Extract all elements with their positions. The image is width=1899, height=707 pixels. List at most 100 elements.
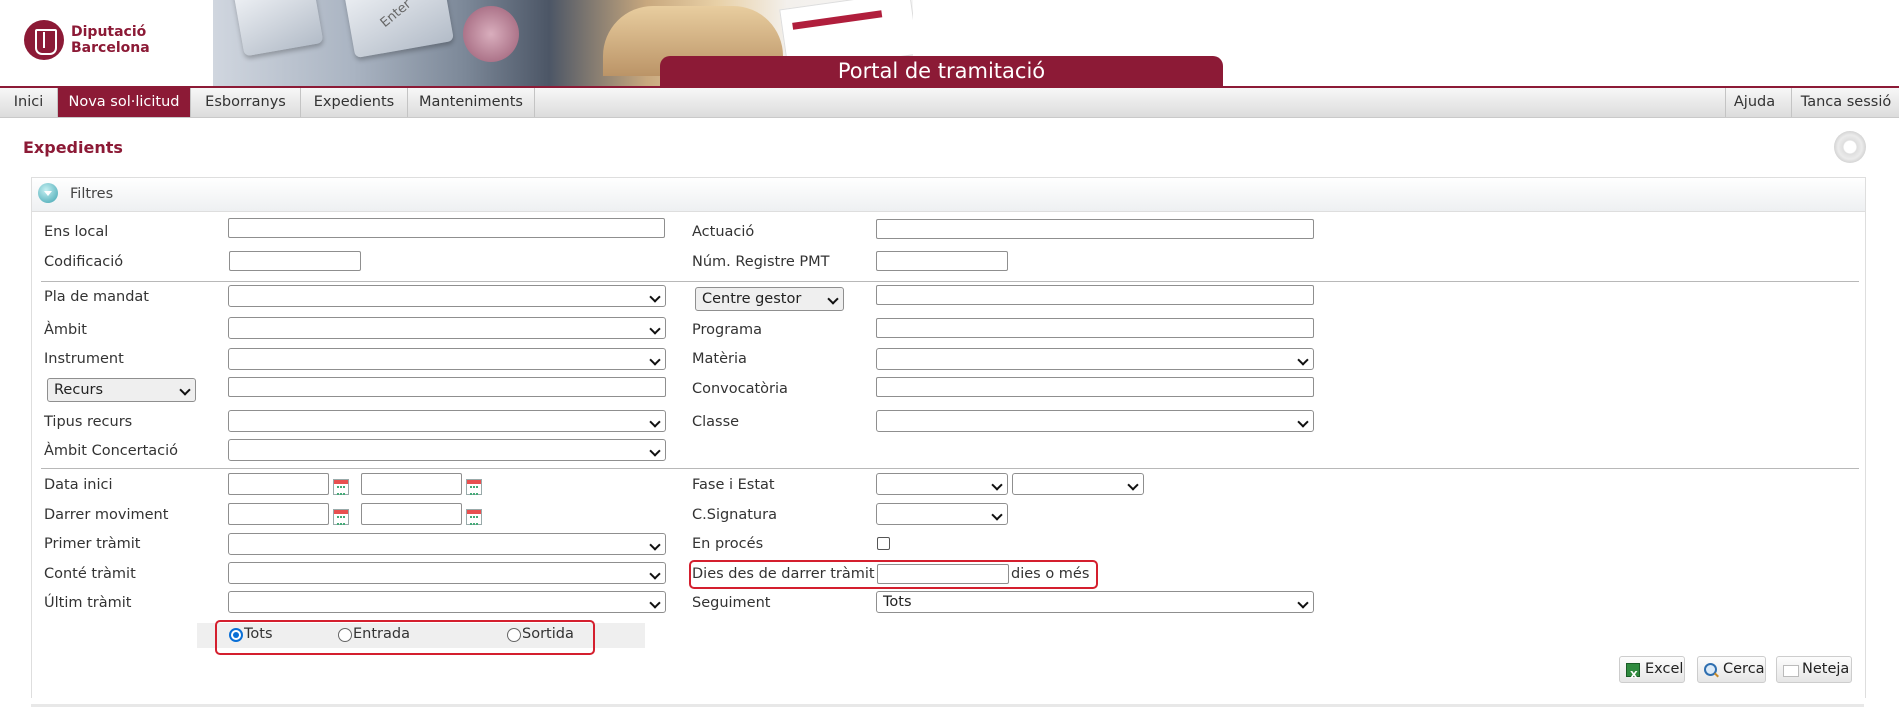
ambit-concertacio-select[interactable] — [228, 439, 666, 461]
ens-local-input[interactable] — [228, 218, 665, 238]
label-ambit-concertacio: Àmbit Concertació — [44, 443, 179, 459]
clear-button-label: Neteja — [1802, 661, 1850, 677]
keyboard-key-image — [232, 0, 324, 57]
estat-select[interactable] — [1012, 473, 1144, 495]
label-convocatoria: Convocatòria — [692, 381, 788, 397]
calendar-icon[interactable] — [466, 509, 482, 525]
section-divider — [41, 468, 1859, 469]
collapse-toggle-icon[interactable] — [38, 183, 58, 203]
darrer-moviment-to-input[interactable] — [361, 503, 462, 525]
coat-of-arms-icon — [24, 20, 64, 60]
instrument-select[interactable] — [228, 348, 666, 370]
section-divider — [41, 281, 1859, 282]
calendar-icon[interactable] — [333, 479, 349, 495]
label-c-signatura: C.Signatura — [692, 507, 777, 523]
recurs-value: Recurs — [54, 382, 104, 398]
label-classe: Classe — [692, 414, 740, 430]
enter-key-image: Enter — [341, 0, 455, 59]
convocatoria-input[interactable] — [876, 377, 1314, 397]
page-title: Expedients — [23, 138, 123, 157]
data-inici-from-input[interactable] — [228, 473, 329, 495]
fase-select[interactable] — [876, 473, 1008, 495]
clear-button[interactable]: Neteja — [1776, 656, 1852, 683]
chevron-down-icon — [827, 293, 839, 305]
label-materia: Matèria — [692, 351, 747, 367]
centre-gestor-value: Centre gestor — [702, 291, 802, 307]
en-proces-checkbox[interactable] — [877, 537, 890, 550]
page-header: Diputació Barcelona Enter Portal de tram… — [0, 0, 1899, 88]
recurs-select[interactable]: Recurs — [47, 378, 196, 402]
search-button-label: Cerca — [1723, 661, 1765, 677]
nav-item-nova-sollicitud[interactable]: Nova sol·licitud — [58, 88, 191, 117]
darrer-moviment-from-input[interactable] — [228, 503, 329, 525]
pla-de-mandat-select[interactable] — [228, 285, 666, 307]
nav-item-esborranys[interactable]: Esborranys — [191, 88, 301, 117]
label-data-inici: Data inici — [44, 477, 113, 493]
finger-image — [463, 6, 519, 62]
conte-tramit-select[interactable] — [228, 562, 666, 584]
chevron-down-icon — [649, 568, 661, 580]
label-primer-tramit: Primer tràmit — [44, 536, 141, 552]
nav-item-expedients[interactable]: Expedients — [301, 88, 408, 117]
chevron-down-icon — [179, 384, 191, 396]
primer-tramit-select[interactable] — [228, 533, 666, 555]
nav-item-manteniments[interactable]: Manteniments — [408, 88, 535, 117]
label-actuacio: Actuació — [692, 224, 755, 240]
label-seguiment: Seguiment — [692, 595, 771, 611]
label-pla-de-mandat: Pla de mandat — [44, 289, 149, 305]
diputacio-logo[interactable]: Diputació Barcelona — [24, 20, 150, 60]
chevron-down-icon — [649, 597, 661, 609]
chevron-down-icon — [649, 416, 661, 428]
label-ultim-tramit: Últim tràmit — [44, 595, 132, 611]
label-fase-i-estat: Fase i Estat — [692, 477, 775, 493]
ambit-select[interactable] — [228, 317, 666, 339]
actuacio-input[interactable] — [876, 219, 1314, 239]
centre-gestor-input[interactable] — [876, 285, 1314, 305]
label-programa: Programa — [692, 322, 763, 338]
label-conte-tramit: Conté tràmit — [44, 566, 136, 582]
calendar-icon[interactable] — [333, 509, 349, 525]
seguiment-select[interactable]: Tots — [876, 591, 1314, 613]
nav-item-tanca-sessio[interactable]: Tanca sessió — [1791, 88, 1899, 117]
chevron-down-icon — [649, 291, 661, 303]
tipus-recurs-select[interactable] — [228, 410, 666, 432]
chevron-down-icon — [649, 539, 661, 551]
nav-item-ajuda[interactable]: Ajuda — [1725, 88, 1783, 117]
calendar-icon[interactable] — [466, 479, 482, 495]
chevron-down-icon — [991, 509, 1003, 521]
codificacio-input[interactable] — [229, 251, 361, 271]
nav-item-inici[interactable]: Inici — [0, 88, 58, 117]
recurs-input[interactable] — [228, 377, 666, 397]
label-codificacio: Codificació — [44, 254, 124, 270]
label-darrer-moviment: Darrer moviment — [44, 507, 169, 523]
data-inici-to-input[interactable] — [361, 473, 462, 495]
label-ens-local: Ens local — [44, 224, 109, 240]
eraser-icon — [1783, 665, 1799, 677]
label-instrument: Instrument — [44, 351, 124, 367]
ultim-tramit-select[interactable] — [228, 591, 666, 613]
num-registre-pmt-input[interactable] — [876, 251, 1008, 271]
search-icon — [1704, 663, 1717, 676]
excel-icon — [1626, 663, 1640, 688]
classe-select[interactable] — [876, 410, 1314, 432]
chevron-down-icon — [649, 354, 661, 366]
programa-input[interactable] — [876, 318, 1314, 338]
excel-button-label: Excel — [1645, 661, 1684, 677]
label-tipus-recurs: Tipus recurs — [44, 414, 133, 430]
label-num-registre-pmt: Núm. Registre PMT — [692, 254, 830, 270]
chevron-down-icon — [1127, 479, 1139, 491]
excel-button[interactable]: Excel — [1619, 656, 1685, 688]
loading-indicator-icon — [1834, 131, 1866, 163]
chevron-down-icon — [649, 445, 661, 457]
chevron-down-icon — [649, 323, 661, 335]
logo-line-1: Diputació — [71, 24, 147, 40]
centre-gestor-select[interactable]: Centre gestor — [695, 287, 844, 311]
chevron-down-icon — [1297, 597, 1309, 609]
main-nav: Inici Nova sol·licitud Esborranys Expedi… — [0, 88, 1899, 118]
c-signatura-select[interactable] — [876, 503, 1008, 525]
search-button[interactable]: Cerca — [1697, 656, 1766, 683]
label-ambit: Àmbit — [44, 322, 87, 338]
chevron-down-icon — [1297, 416, 1309, 428]
materia-select[interactable] — [876, 348, 1314, 370]
dies-highlight-box — [689, 560, 1098, 589]
